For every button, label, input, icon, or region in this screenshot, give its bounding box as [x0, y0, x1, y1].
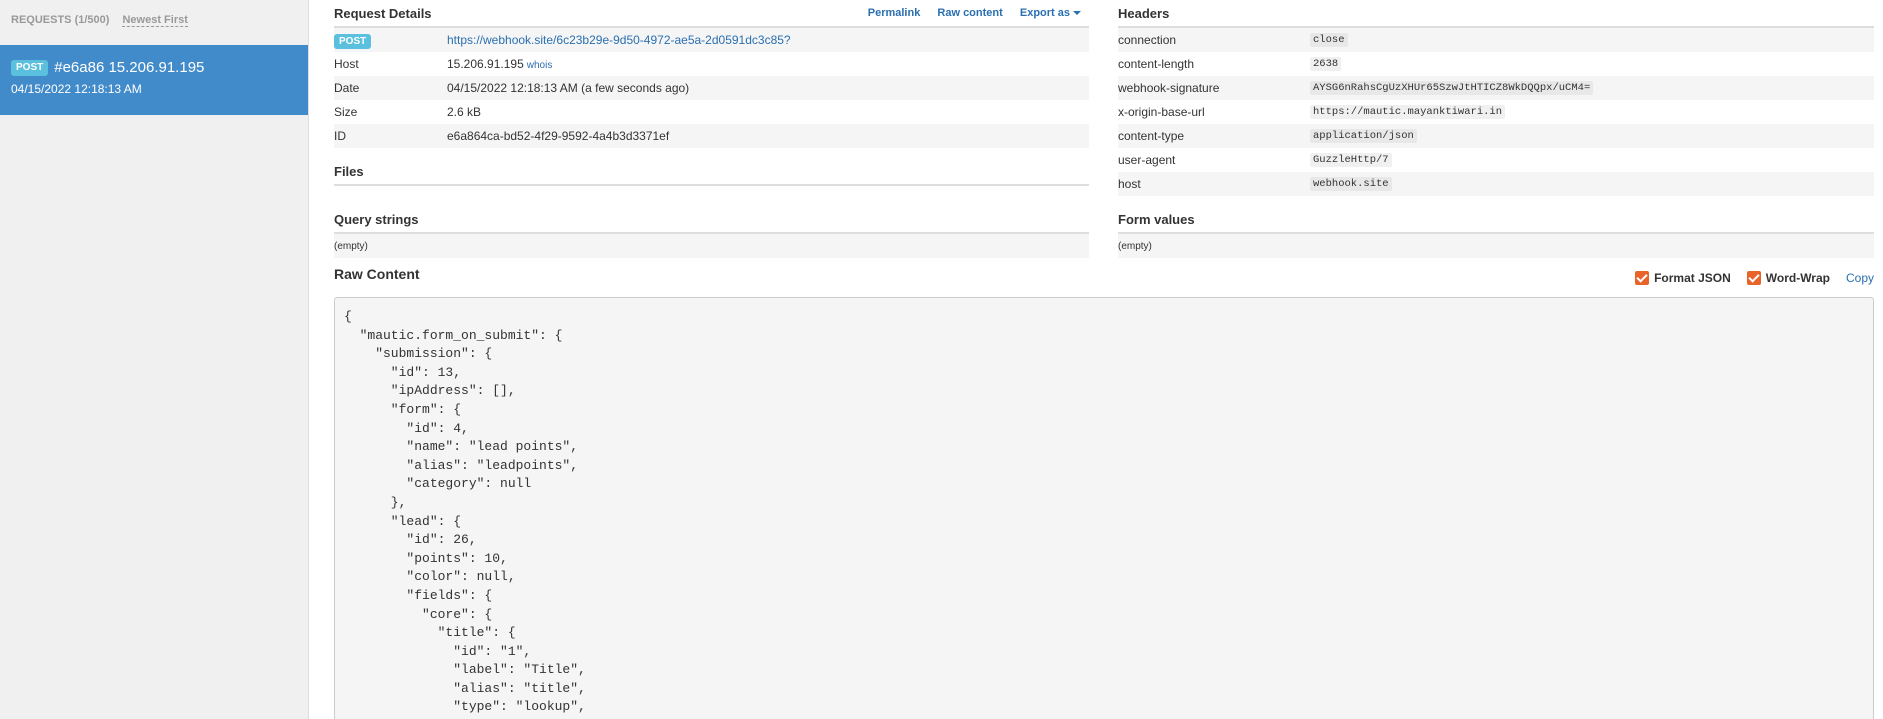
header-row: host webhook.site	[1118, 172, 1874, 196]
header-key: content-length	[1118, 57, 1195, 71]
method-badge: POST	[11, 59, 49, 76]
header-key: content-type	[1118, 129, 1185, 143]
request-details-column: Request Details Permalink Raw content Ex…	[334, 0, 1089, 258]
permalink-link[interactable]: Permalink	[868, 7, 921, 19]
header-key: webhook-signature	[1118, 81, 1220, 95]
id-label: ID	[334, 129, 346, 143]
header-value: GuzzleHttp/7	[1310, 153, 1392, 167]
header-row: content-type application/json	[1118, 124, 1874, 148]
header-value: AYSG6nRahsCgUzXHUr65SzwJtHTICZ8WkDQQpx/u…	[1310, 81, 1594, 95]
date-label: Date	[334, 81, 360, 95]
query-strings-header: Query strings	[334, 206, 1089, 234]
host-row: Host 15.206.91.195 whois	[334, 52, 1089, 76]
header-row: connection close	[1118, 28, 1874, 52]
query-strings-empty: (empty)	[334, 234, 1089, 258]
request-title: #e6a86 15.206.91.195	[54, 59, 205, 76]
request-details-header: Request Details Permalink Raw content Ex…	[334, 0, 1089, 28]
url-row: POST https://webhook.site/6c23b29e-9d50-…	[334, 28, 1089, 52]
request-list-item[interactable]: POST #e6a86 15.206.91.195 04/15/2022 12:…	[0, 45, 308, 115]
header-key: host	[1118, 177, 1141, 191]
raw-content-body: { "mautic.form_on_submit": { "submission…	[344, 309, 586, 715]
id-row: ID e6a864ca-bd52-4f29-9592-4a4b3d3371ef	[334, 124, 1089, 148]
checkbox-checked-icon	[1635, 271, 1650, 285]
caret-down-icon	[1073, 11, 1081, 16]
header-key: x-origin-base-url	[1118, 105, 1205, 119]
form-values-header: Form values	[1118, 206, 1874, 234]
header-row: content-length 2638	[1118, 52, 1874, 76]
headers-header: Headers	[1118, 0, 1874, 28]
request-date: 04/15/2022 12:18:13 AM	[11, 82, 142, 96]
size-label: Size	[334, 105, 358, 119]
export-as-dropdown[interactable]: Export as	[1020, 7, 1081, 19]
word-wrap-label: Word-Wrap	[1765, 271, 1830, 285]
date-value: 04/15/2022 12:18:13 AM (a few seconds ag…	[447, 81, 690, 95]
format-json-checkbox[interactable]: Format JSON	[1635, 271, 1731, 285]
sidebar: REQUESTS (1/500) Newest First POST #e6a8…	[0, 0, 309, 719]
method-badge: POST	[334, 33, 372, 49]
date-row: Date 04/15/2022 12:18:13 AM (a few secon…	[334, 76, 1089, 100]
id-value: e6a864ca-bd52-4f29-9592-4a4b3d3371ef	[447, 129, 670, 143]
request-url-link[interactable]: https://webhook.site/6c23b29e-9d50-4972-…	[447, 33, 791, 47]
header-value: 2638	[1310, 57, 1342, 71]
whois-link[interactable]: whois	[527, 60, 553, 71]
headers-title: Headers	[1118, 6, 1170, 21]
size-value: 2.6 kB	[447, 105, 482, 119]
copy-link[interactable]: Copy	[1846, 271, 1874, 285]
sort-toggle[interactable]: Newest First	[122, 14, 188, 27]
header-value: webhook.site	[1310, 177, 1392, 191]
form-values-title: Form values	[1118, 212, 1195, 227]
raw-content-link[interactable]: Raw content	[937, 7, 1002, 19]
format-json-label: Format JSON	[1654, 271, 1731, 285]
header-value: application/json	[1310, 129, 1417, 143]
requests-count: REQUESTS (1/500)	[11, 14, 110, 26]
request-details-title: Request Details	[334, 6, 432, 21]
query-strings-title: Query strings	[334, 212, 419, 227]
header-value: https://mautic.mayanktiwari.in	[1310, 105, 1506, 119]
host-value: 15.206.91.195	[447, 57, 524, 71]
form-values-empty: (empty)	[1118, 234, 1874, 258]
header-key: user-agent	[1118, 153, 1176, 167]
checkbox-checked-icon	[1746, 271, 1761, 285]
headers-column: Headers connection close content-length …	[1118, 0, 1874, 258]
header-key: connection	[1118, 33, 1177, 47]
files-title: Files	[334, 164, 364, 179]
host-label: Host	[334, 57, 359, 71]
header-row: webhook-signature AYSG6nRahsCgUzXHUr65Sz…	[1118, 76, 1874, 100]
raw-content-title: Raw Content	[334, 266, 420, 282]
header-row: user-agent GuzzleHttp/7	[1118, 148, 1874, 172]
word-wrap-checkbox[interactable]: Word-Wrap	[1746, 271, 1830, 285]
sidebar-header: REQUESTS (1/500) Newest First	[0, 0, 308, 45]
raw-content-box[interactable]: { "mautic.form_on_submit": { "submission…	[334, 297, 1874, 719]
export-as-label: Export as	[1019, 7, 1070, 19]
raw-content-actions: Format JSON Word-Wrap Copy	[1619, 271, 1874, 285]
header-value: close	[1310, 33, 1348, 47]
size-row: Size 2.6 kB	[334, 100, 1089, 124]
header-row: x-origin-base-url https://mautic.mayankt…	[1118, 100, 1874, 124]
files-header: Files	[334, 158, 1089, 186]
